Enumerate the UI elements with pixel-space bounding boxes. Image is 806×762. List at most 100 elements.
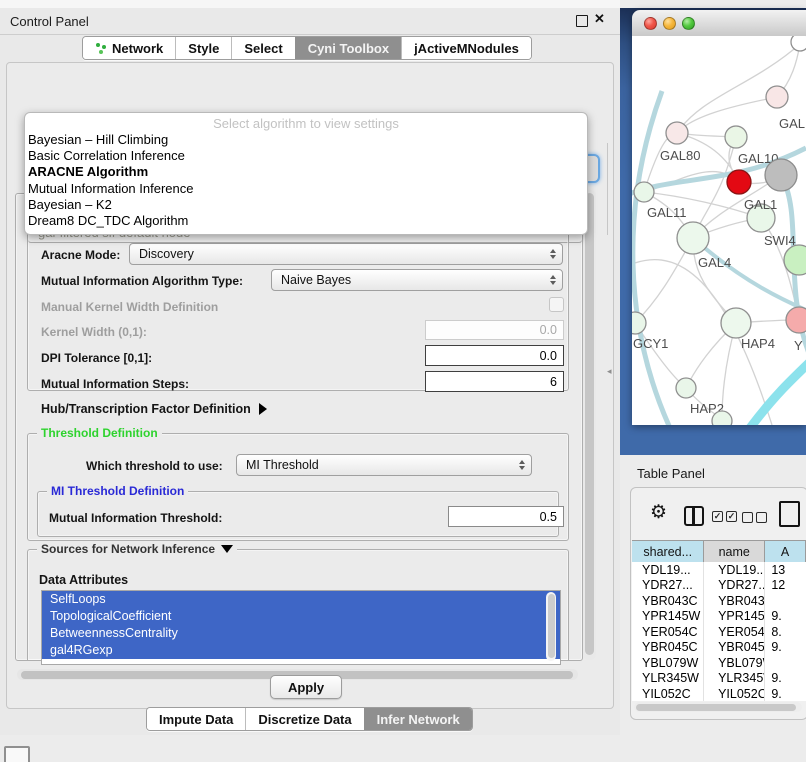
mi-steps-field[interactable]: 6 (425, 371, 564, 392)
settings-scrollbar-thumb[interactable] (585, 193, 594, 655)
tab-impute-data[interactable]: Impute Data (147, 708, 245, 730)
network-node-hap2[interactable] (676, 378, 696, 398)
table-row[interactable]: YBR043CYBR043C (632, 593, 806, 609)
mi-algorithm-type-combo[interactable]: Naive Bayes (271, 269, 563, 291)
apply-button[interactable]: Apply (270, 675, 342, 699)
algorithm-option-dream8-dc-tdc-algorithm[interactable]: Dream8 DC_TDC Algorithm (25, 213, 587, 229)
network-node-gal11[interactable] (634, 182, 654, 202)
table-cell: 9. (765, 609, 806, 625)
mi-threshold-field[interactable]: 0.5 (448, 506, 564, 527)
aracne-mode-combo[interactable]: Discovery (129, 243, 563, 265)
network-node-pink-right[interactable] (786, 307, 806, 333)
network-node-bottom-partial[interactable] (712, 411, 732, 425)
network-node-hap4[interactable] (721, 308, 751, 338)
table-row[interactable]: YLR345WYLR345W9. (632, 671, 806, 687)
network-node-swi4[interactable] (784, 245, 806, 275)
split-pane-handle[interactable]: ◂ (607, 366, 612, 377)
network-node-gal10[interactable] (725, 126, 747, 148)
table-row[interactable]: YIL052CYIL052C9. (632, 686, 806, 701)
attribute-item-selfloops[interactable]: SelfLoops (42, 591, 560, 608)
network-node-gal80[interactable] (666, 122, 688, 144)
field-value: 0.0 (540, 323, 557, 337)
kernel-width-label: Kernel Width (0,1): (41, 325, 147, 339)
tab-style[interactable]: Style (175, 37, 231, 59)
combo-value: Naive Bayes (281, 273, 550, 287)
dpi-tolerance-field[interactable]: 0.0 (425, 345, 564, 366)
tab-select[interactable]: Select (231, 37, 294, 59)
table-row[interactable]: YBR045CYBR045C9. (632, 640, 806, 656)
table-row[interactable]: YDR27...YDR27...12 (632, 578, 806, 594)
network-node-gal4[interactable] (677, 222, 709, 254)
node-label-hap4: HAP4 (741, 336, 775, 351)
network-node-gcy1[interactable] (632, 312, 646, 334)
minimize-traffic-light[interactable] (663, 17, 676, 30)
table-cell: YBR043C (704, 593, 765, 609)
table-horizontal-scrollbar[interactable] (634, 702, 802, 712)
table-cell (765, 655, 806, 671)
sources-group-toggle[interactable]: Sources for Network Inference (37, 542, 237, 556)
tab-discretize-data[interactable]: Discretize Data (245, 708, 363, 730)
gear-icon[interactable]: ⚙ (650, 503, 667, 522)
tab-jactivemnodules[interactable]: jActiveMNodules (401, 37, 531, 59)
group-title: MI Threshold Definition (47, 484, 188, 498)
network-window-titlebar[interactable] (632, 10, 806, 37)
table-cell: YDL19... (704, 562, 765, 578)
manual-kernel-checkbox[interactable] (549, 297, 564, 312)
column-header-shared[interactable]: shared... (632, 541, 704, 563)
table-row[interactable]: YPR145WYPR145W9. (632, 609, 806, 625)
float-window-icon[interactable] (576, 15, 588, 27)
checked-box-icon[interactable]: ✓ (712, 511, 723, 522)
table-cell: YLR345W (704, 671, 765, 687)
close-traffic-light[interactable] (644, 17, 657, 30)
column-header-a[interactable]: A (765, 541, 806, 563)
algorithm-option-bayesian-k2[interactable]: Bayesian – K2 (25, 197, 587, 213)
unchecked-box-icon[interactable] (742, 512, 753, 523)
node-label-gal11: GAL11 (647, 205, 687, 220)
attribute-item-topologicalcoefficient[interactable]: TopologicalCoefficient (42, 608, 560, 625)
network-graph: GALGAL80GAL10GAL1GAL11GAL4SWI4GCY1HAP4YH… (632, 36, 806, 425)
network-node-selected-red[interactable] (727, 170, 751, 194)
minimized-panel-icon[interactable] (4, 746, 30, 762)
hub-section-toggle[interactable]: Hub/Transcription Factor Definition (41, 402, 267, 416)
tab-label: jActiveMNodules (414, 41, 519, 56)
table-row[interactable]: YDL19...YDL19...13 (632, 562, 806, 578)
aracne-mode-label: Aracne Mode: (41, 248, 120, 262)
export-table-icon[interactable] (779, 501, 800, 527)
tab-label: Impute Data (159, 712, 233, 727)
network-node-hub-gray[interactable] (765, 159, 797, 191)
network-node-top-partial[interactable] (791, 36, 806, 51)
algorithm-placeholder: Select algorithm to view settings (25, 115, 587, 132)
combo-stepper-icon (550, 275, 556, 285)
list-scrollbar-thumb[interactable] (548, 594, 555, 658)
attribute-item-gal4rgexp[interactable]: gal4RGexp (42, 642, 560, 659)
attribute-item-betweennesscentrality[interactable]: BetweennessCentrality (42, 625, 560, 642)
algorithm-option-aracne-algorithm[interactable]: ARACNE Algorithm (25, 164, 587, 180)
kernel-width-field[interactable]: 0.0 (425, 320, 564, 340)
table-cell: 9. (765, 671, 806, 687)
table-row[interactable]: YER054CYER054C8. (632, 624, 806, 640)
zoom-traffic-light[interactable] (682, 17, 695, 30)
tab-network[interactable]: Network (83, 37, 175, 59)
column-layout-icon[interactable] (684, 506, 704, 526)
table-row[interactable]: YBL079WYBL079W (632, 655, 806, 671)
table-scrollbar-thumb[interactable] (636, 704, 796, 711)
unchecked-box-icon[interactable] (756, 512, 767, 523)
algorithm-option-mutual-information-inference[interactable]: Mutual Information Inference (25, 181, 587, 197)
algorithm-option-bayesian-hill-climbing[interactable]: Bayesian – Hill Climbing (25, 132, 587, 148)
close-icon[interactable]: ✕ (594, 11, 605, 27)
combo-value: MI Threshold (246, 458, 519, 472)
network-canvas[interactable]: GALGAL80GAL10GAL1GAL11GAL4SWI4GCY1HAP4YH… (632, 36, 806, 425)
checked-box-icon[interactable]: ✓ (726, 511, 737, 522)
which-threshold-combo[interactable]: MI Threshold (236, 454, 532, 476)
tab-infer-network[interactable]: Infer Network (364, 708, 472, 730)
collapse-arrow-icon (221, 545, 233, 553)
network-icon (95, 42, 107, 54)
field-value: 6 (550, 375, 557, 389)
algorithm-options-list: Bayesian – Hill ClimbingBasic Correlatio… (25, 132, 587, 229)
table-cell: YDR27... (632, 578, 704, 594)
combo-stepper-icon (519, 460, 525, 470)
algorithm-option-basic-correlation-inference[interactable]: Basic Correlation Inference (25, 148, 587, 164)
network-node-gal-cut[interactable] (766, 86, 788, 108)
column-header-name[interactable]: name (704, 541, 765, 563)
tab-cyni-toolbox[interactable]: Cyni Toolbox (295, 37, 401, 59)
